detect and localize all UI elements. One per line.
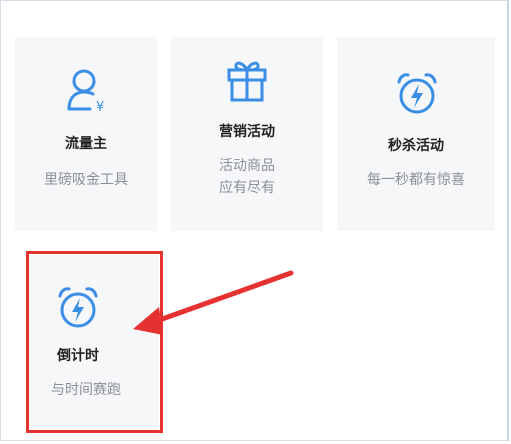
alarm-clock-bolt-icon <box>397 73 437 114</box>
tool-card-title: 秒杀活动 <box>388 138 444 154</box>
user-yen-icon: ¥ <box>67 69 104 113</box>
tool-card-desc: 里磅吸金工具 <box>44 172 128 188</box>
tool-card-marketing[interactable]: 营销活动 活动商品 应有尽有 <box>171 37 323 231</box>
tool-card-title: 流量主 <box>65 136 107 152</box>
highlight-box <box>26 251 163 433</box>
tool-card-desc: 应有尽有 <box>219 180 275 196</box>
tool-card-traffic-owner[interactable]: ¥ 流量主 里磅吸金工具 <box>15 37 157 231</box>
tool-card-desc: 每一秒都有惊喜 <box>367 172 465 188</box>
tool-card-flash-sale[interactable]: 秒杀活动 每一秒都有惊喜 <box>337 37 495 231</box>
tools-panel: ¥ 流量主 里磅吸金工具 营销活动 活动商品 应有尽有 秒杀活动 每一秒都有惊喜 <box>0 0 509 441</box>
gift-icon <box>227 61 267 102</box>
tool-card-desc: 活动商品 <box>219 158 275 174</box>
svg-text:¥: ¥ <box>96 100 104 113</box>
tool-card-title: 营销活动 <box>219 124 275 140</box>
